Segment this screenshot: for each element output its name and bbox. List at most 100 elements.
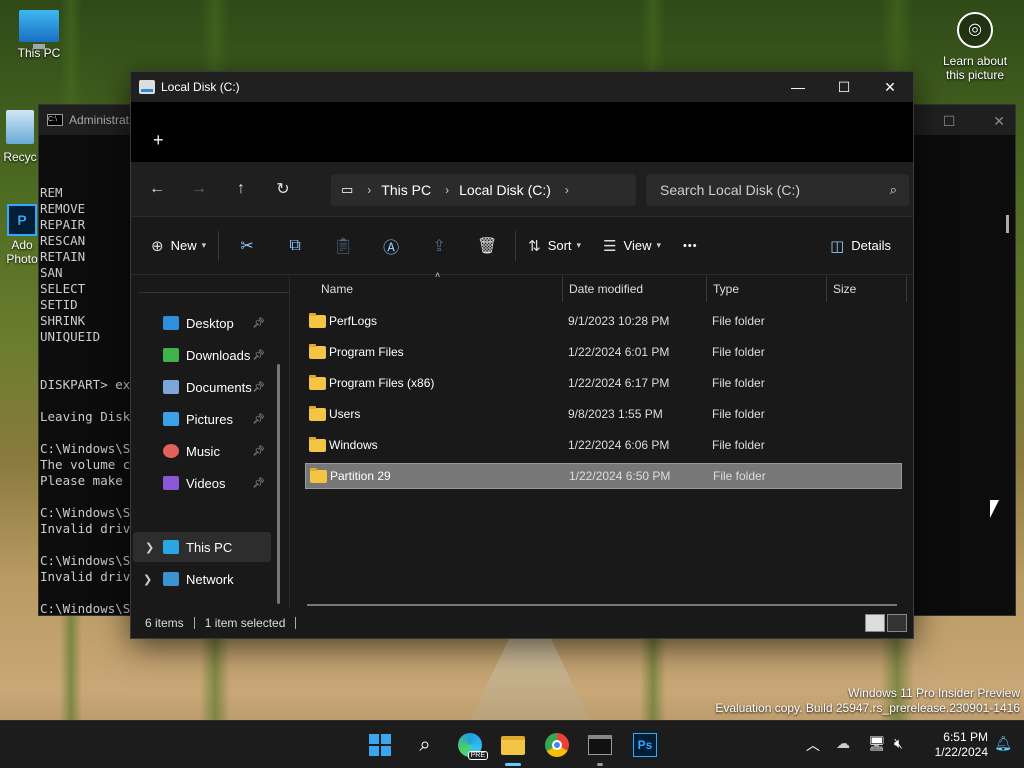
- column-header-size[interactable]: Size: [833, 276, 856, 302]
- chevron-right-icon[interactable]: ›: [367, 183, 371, 197]
- volume-muted-icon[interactable]: 🔇︎: [894, 735, 903, 752]
- desktop-icon-photoshop[interactable]: P Ado Photo: [4, 204, 40, 266]
- file-row-selected[interactable]: Partition 29 1/22/2024 6:50 PM File fold…: [305, 463, 902, 489]
- file-row[interactable]: Program Files 1/22/2024 6:01 PM File fol…: [305, 339, 902, 365]
- sort-button[interactable]: ⇅ Sort ▾: [520, 230, 589, 262]
- file-row[interactable]: Program Files (x86) 1/22/2024 6:17 PM Fi…: [305, 370, 902, 396]
- notification-bell-icon[interactable]: 🔔︎: [994, 735, 1012, 752]
- nav-item-network[interactable]: ❯ Network: [131, 564, 269, 594]
- cmd-window-controls[interactable]: ☐ ✕: [943, 113, 1005, 130]
- cmd-scrollbar[interactable]: [1006, 215, 1009, 233]
- terminal-button[interactable]: [584, 729, 616, 766]
- details-label: Details: [851, 238, 891, 253]
- chevron-right-icon[interactable]: ❯: [145, 541, 154, 554]
- chevron-right-icon[interactable]: ›: [565, 183, 569, 197]
- pane-divider[interactable]: [289, 276, 290, 608]
- horizontal-scrollbar[interactable]: [307, 604, 897, 606]
- nav-item-videos[interactable]: Videos 📌︎: [131, 468, 269, 498]
- clock[interactable]: 6:51 PM 1/22/2024: [935, 730, 988, 760]
- pin-icon[interactable]: 📌︎: [252, 478, 265, 489]
- back-button[interactable]: ←: [141, 173, 173, 205]
- file-row[interactable]: PerfLogs 9/1/2023 10:28 PM File folder: [305, 308, 902, 334]
- nav-item-this-pc[interactable]: ❯ This PC: [133, 532, 271, 562]
- details-view-button[interactable]: [865, 614, 885, 632]
- chevron-right-icon[interactable]: ›: [445, 183, 449, 197]
- toolbar-divider: [218, 230, 220, 261]
- copy-button[interactable]: ⧉: [271, 230, 319, 262]
- camera-icon: ◎: [957, 12, 993, 48]
- close-icon[interactable]: ✕: [993, 113, 1005, 129]
- start-button[interactable]: [364, 729, 396, 761]
- maximize-button[interactable]: ☐: [821, 72, 867, 102]
- file-row[interactable]: Users 9/8/2023 1:55 PM File folder: [305, 401, 902, 427]
- up-button[interactable]: ↑: [225, 173, 257, 205]
- file-explorer-window[interactable]: Local Disk (C:) — ☐ ✕ + ← → ↑ ↻ ▭ › This…: [130, 71, 914, 639]
- more-options-button[interactable]: •••: [675, 230, 706, 262]
- rename-button[interactable]: Ⓐ: [367, 230, 415, 262]
- chevron-down-icon: ▾: [576, 240, 582, 250]
- pin-icon[interactable]: 📌︎: [252, 446, 265, 457]
- pin-icon[interactable]: 📌︎: [252, 382, 265, 393]
- nav-scrollbar[interactable]: [277, 364, 280, 604]
- nav-label: Music: [186, 443, 220, 459]
- file-row[interactable]: Windows 1/22/2024 6:06 PM File folder: [305, 432, 902, 458]
- desktop-icon-recycle-bin[interactable]: Recyc: [0, 110, 40, 164]
- pin-icon[interactable]: 📌︎: [252, 350, 265, 361]
- column-header-date[interactable]: Date modified: [569, 276, 643, 302]
- column-header-name[interactable]: Name: [321, 276, 353, 302]
- show-hidden-icons-button[interactable]: ︿: [806, 735, 820, 755]
- breadcrumb-local-disk[interactable]: Local Disk (C:): [459, 182, 551, 198]
- cmd-line: DISKPART> ex: [40, 377, 131, 392]
- new-button[interactable]: ⊕ New ▾: [143, 230, 214, 262]
- sort-ascending-icon: ˄: [435, 270, 441, 280]
- breadcrumb-this-pc[interactable]: This PC: [381, 182, 431, 198]
- column-divider[interactable]: [706, 276, 707, 302]
- nav-item-desktop[interactable]: Desktop 📌︎: [131, 308, 269, 338]
- network-icon[interactable]: 🖥︎: [868, 735, 886, 752]
- chevron-right-icon[interactable]: ❯: [143, 573, 152, 586]
- chrome-button[interactable]: [541, 729, 573, 761]
- view-button[interactable]: ☰ View ▾: [595, 230, 669, 262]
- column-divider[interactable]: [906, 276, 907, 302]
- share-button[interactable]: ⇪: [415, 230, 463, 262]
- delete-button[interactable]: 🗑︎: [463, 230, 511, 262]
- search-icon: ⌕: [889, 182, 897, 197]
- cut-button[interactable]: ✂: [223, 230, 271, 262]
- close-button[interactable]: ✕: [867, 72, 913, 102]
- pin-icon[interactable]: 📌︎: [252, 318, 265, 329]
- monitor-icon: ▭: [341, 182, 354, 197]
- chevron-down-icon: ▾: [201, 240, 207, 250]
- refresh-icon: ↻: [276, 181, 290, 198]
- explorer-titlebar[interactable]: Local Disk (C:) — ☐ ✕: [131, 72, 913, 102]
- minimize-button[interactable]: —: [775, 72, 821, 102]
- file-date: 1/22/2024 6:01 PM: [568, 345, 670, 359]
- column-header-type[interactable]: Type: [713, 276, 739, 302]
- nav-item-downloads[interactable]: Downloads 📌︎: [131, 340, 269, 370]
- maximize-icon[interactable]: ☐: [943, 113, 956, 129]
- paste-button[interactable]: 📋︎: [319, 230, 367, 262]
- column-divider[interactable]: [562, 276, 563, 302]
- desktop-icon-this-pc[interactable]: This PC: [4, 10, 74, 60]
- nav-item-documents[interactable]: Documents 📌︎: [131, 372, 269, 402]
- photoshop-button[interactable]: Ps: [629, 729, 661, 761]
- learn-about-picture[interactable]: ◎ Learn about this picture: [938, 12, 1012, 82]
- edge-button[interactable]: PRE: [454, 729, 488, 761]
- address-bar[interactable]: ▭ › This PC › Local Disk (C:) ›: [331, 174, 636, 206]
- onedrive-icon[interactable]: ☁: [836, 735, 850, 752]
- new-label: New: [170, 238, 197, 253]
- search-button[interactable]: ⌕: [409, 729, 441, 761]
- file-date: 9/8/2023 1:55 PM: [568, 407, 663, 421]
- details-pane-button[interactable]: ◫ Details: [822, 230, 899, 262]
- pin-icon[interactable]: 📌︎: [252, 414, 265, 425]
- navigation-pane: Desktop 📌︎ Downloads 📌︎ Documents 📌︎ Pic…: [131, 276, 289, 608]
- tiles-view-button[interactable]: [887, 614, 907, 632]
- refresh-button[interactable]: ↻: [267, 173, 299, 205]
- column-divider[interactable]: [826, 276, 827, 302]
- new-tab-button[interactable]: +: [153, 130, 164, 151]
- nav-item-pictures[interactable]: Pictures 📌︎: [131, 404, 269, 434]
- forward-button[interactable]: →: [183, 173, 215, 205]
- search-input[interactable]: Search Local Disk (C:) ⌕: [646, 174, 909, 206]
- nav-item-music[interactable]: Music 📌︎: [131, 436, 269, 466]
- file-explorer-button[interactable]: [497, 729, 529, 766]
- details-pane-icon: ◫: [830, 237, 845, 255]
